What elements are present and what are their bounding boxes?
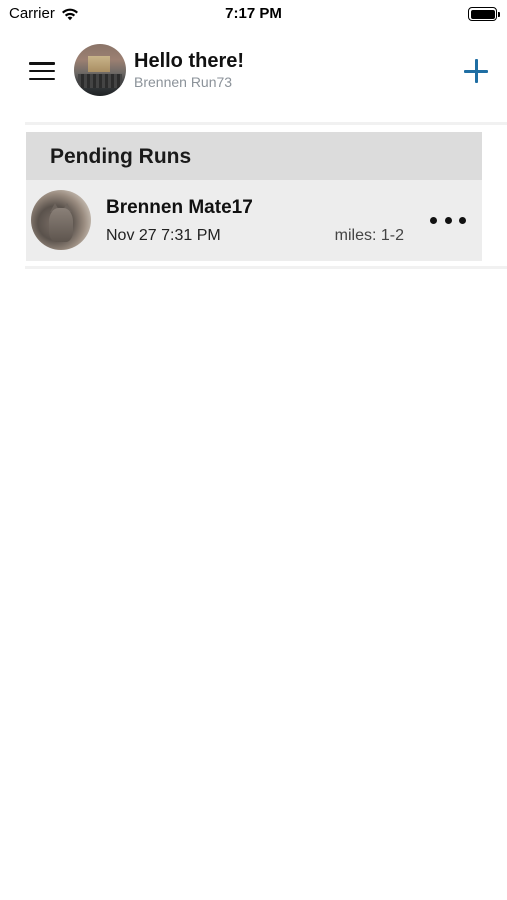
username-text: Brennen Run73: [134, 74, 233, 90]
app-screen: Carrier 7:17 PM Hello there! Brennen Run…: [0, 0, 507, 900]
menu-icon[interactable]: [29, 60, 55, 82]
user-avatar[interactable]: [74, 44, 126, 96]
run-date: Nov 27 7:31 PM: [106, 227, 221, 244]
divider: [25, 266, 507, 269]
run-list-item[interactable]: Brennen Mate17 Nov 27 7:31 PM miles: 1-2: [26, 180, 482, 261]
run-miles: miles: 1-2: [334, 227, 404, 244]
runner-name: Brennen Mate17: [106, 197, 253, 218]
pending-runs-header: Pending Runs: [26, 132, 482, 180]
status-time: 7:17 PM: [225, 5, 282, 22]
app-header: Hello there! Brennen Run73: [0, 40, 507, 108]
plus-icon[interactable]: [462, 57, 490, 85]
battery-icon: [468, 7, 500, 21]
divider: [25, 122, 507, 125]
section-title: Pending Runs: [50, 145, 192, 168]
status-bar: Carrier 7:17 PM: [0, 0, 507, 28]
more-options-icon[interactable]: [430, 212, 466, 228]
runner-avatar: [31, 190, 91, 250]
greeting-text: Hello there!: [134, 50, 245, 72]
